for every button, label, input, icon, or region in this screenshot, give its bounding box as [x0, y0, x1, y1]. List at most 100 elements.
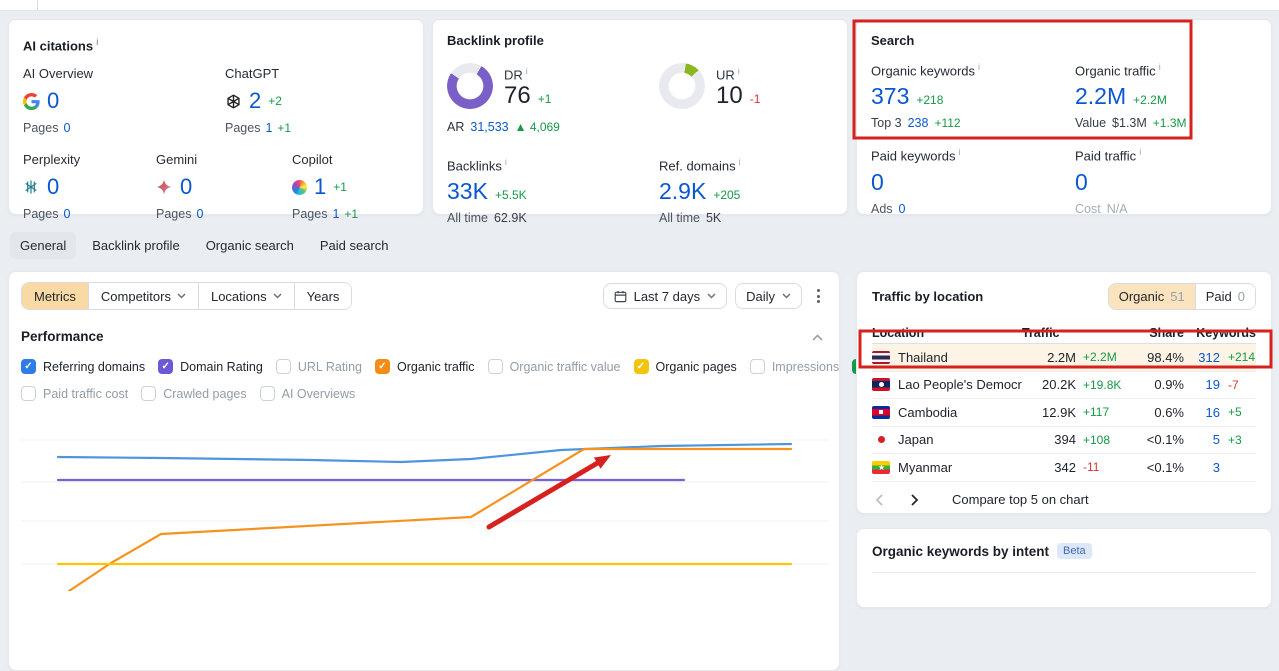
cambodia-flag-icon — [872, 405, 890, 419]
chatgpt-metric: ChatGPT 2 +2 Pages 1 +1 — [225, 66, 291, 135]
info-icon[interactable] — [956, 143, 961, 158]
table-row-cambodia[interactable]: Cambodia 12.9K +117 0.6% 16 +5 — [872, 399, 1256, 427]
checkbox-organic-pages[interactable]: Organic pages — [633, 359, 737, 374]
traffic-by-location-card: Traffic by location Organic 51 Paid 0 Loca… — [856, 271, 1272, 514]
checkbox-referring-domains[interactable]: Referring domains — [21, 359, 145, 374]
ref-domains-metric: Ref. domains 2.9K+205 All time5K — [659, 153, 833, 225]
info-icon[interactable] — [1156, 58, 1161, 73]
checkbox-paid-traffic-cost[interactable]: Paid traffic cost — [21, 386, 128, 401]
japan-flag-icon — [872, 433, 890, 447]
ai-overview-label: AI Overview — [23, 66, 94, 82]
info-icon[interactable] — [502, 153, 507, 168]
chatgpt-delta: +2 — [268, 94, 282, 109]
chart-filter-group: Metrics Competitors Locations Years — [21, 282, 353, 310]
copilot-pages: Pages 1 +1 — [292, 207, 359, 222]
ai-overview-pages: Pages 0 — [23, 121, 71, 136]
chart-toolbar: Metrics Competitors Locations Years Last… — [21, 282, 827, 310]
backlinks-value: 33K — [447, 178, 488, 205]
chatgpt-icon — [225, 93, 242, 110]
google-icon — [23, 92, 40, 110]
keywords-by-intent-title: Organic keywords by intent — [872, 543, 1050, 559]
chatgpt-label: ChatGPT — [225, 66, 280, 82]
info-icon[interactable] — [523, 62, 528, 77]
years-button[interactable]: Years — [294, 283, 352, 309]
top-header-strip — [0, 0, 1279, 11]
report-tabs: General Backlink profile Organic search … — [10, 232, 399, 259]
granularity-dropdown[interactable]: Daily — [735, 283, 802, 309]
checkbox-crawled-pages[interactable]: Crawled pages — [141, 386, 247, 401]
dr-label: DR — [504, 62, 551, 82]
checkbox-domain-rating[interactable]: Domain Rating — [158, 359, 263, 374]
chevron-down-icon — [273, 293, 282, 299]
competitors-dropdown[interactable]: Competitors — [88, 283, 199, 309]
summary-cards-row: AI citations AI Overview 0 Pages0 ChatGP… — [8, 19, 1272, 225]
checkbox-icon — [633, 359, 649, 374]
checkbox-icon — [21, 359, 36, 374]
more-options-icon[interactable] — [810, 283, 827, 309]
perplexity-pages: Pages 0 — [23, 207, 71, 222]
gemini-value: 0 — [180, 174, 193, 200]
checkbox-icon — [487, 359, 503, 374]
next-page-icon[interactable] — [908, 492, 922, 508]
organic-traffic-metric: Organic traffic 2.2M+2.2M Value$1.3M+1.3… — [1075, 58, 1257, 130]
prev-page-icon[interactable] — [872, 492, 886, 508]
ai-overview-value: 0 — [47, 88, 60, 114]
tab-organic-search[interactable]: Organic search — [196, 232, 304, 259]
traffic-by-location-title: Traffic by location — [872, 289, 984, 304]
dr-delta: +1 — [537, 92, 552, 107]
compare-top5-link[interactable]: Compare top 5 on chart — [952, 492, 1089, 507]
toggle-paid[interactable]: Paid 0 — [1194, 284, 1255, 309]
ai-citations-title: AI citations — [23, 33, 409, 53]
performance-line-chart — [21, 413, 829, 594]
ai-citations-card: AI citations AI Overview 0 Pages0 ChatGP… — [8, 19, 424, 221]
ahrefs-rank-line: AR 31,533 ▲ 4,069 — [447, 120, 560, 134]
perplexity-metric: Perplexity 0 Pages 0 — [23, 152, 156, 221]
ur-donut-chart — [659, 63, 705, 109]
info-icon[interactable] — [975, 58, 980, 73]
table-row-laos[interactable]: Lao People's Democratic Repub 20.2K +19.… — [872, 372, 1256, 399]
table-row-japan[interactable]: Japan 394 +108 <0.1% 5 +3 — [872, 427, 1256, 454]
copilot-metric: Copilot 1 +1 Pages 1 +1 — [292, 152, 358, 221]
checkbox-icon — [374, 359, 390, 374]
date-range-dropdown[interactable]: Last 7 days — [602, 283, 728, 309]
calendar-icon — [614, 290, 626, 302]
search-card: Search Organic keywords 373+218 Top 3238… — [856, 19, 1272, 216]
myanmar-flag-icon — [872, 460, 890, 474]
dr-value: 76 — [504, 82, 531, 110]
ur-label: UR — [716, 62, 760, 82]
perplexity-label: Perplexity — [23, 152, 81, 168]
tab-backlink-profile[interactable]: Backlink profile — [82, 232, 189, 259]
checkbox-ai-overviews[interactable]: AI Overviews — [259, 386, 355, 401]
gemini-pages: Pages 0 — [156, 207, 204, 222]
performance-title: Performance — [21, 329, 104, 344]
locations-dropdown[interactable]: Locations — [198, 283, 295, 309]
laos-flag-icon — [872, 378, 890, 392]
location-table-header: Location Traffic Share Keywords — [872, 322, 1256, 344]
table-row-thailand[interactable]: Thailand 2.2M +2.2M 98.4% 312 +214 — [872, 344, 1256, 372]
checkbox-organic-traffic-value[interactable]: Organic traffic value — [487, 359, 621, 374]
collapse-section-icon[interactable] — [808, 327, 827, 346]
metrics-button[interactable]: Metrics — [22, 283, 89, 309]
ur-value: 10 — [716, 82, 743, 110]
chevron-down-icon — [782, 293, 791, 299]
info-icon[interactable] — [93, 33, 99, 48]
checkbox-url-rating[interactable]: URL Rating — [275, 359, 362, 374]
info-icon[interactable] — [735, 62, 740, 77]
tab-paid-search[interactable]: Paid search — [310, 232, 399, 259]
tab-general[interactable]: General — [10, 232, 77, 259]
toggle-organic[interactable]: Organic 51 — [1108, 284, 1195, 309]
search-title: Search — [871, 33, 915, 48]
paid-keywords-value: 0 — [871, 168, 884, 195]
checkbox-impressions[interactable]: Impressions — [749, 359, 839, 374]
backlink-profile-card: Backlink profile DR 76 +1 AR31,533▲ 4,069… — [432, 19, 848, 225]
info-icon[interactable] — [736, 153, 741, 168]
backlinks-metric: Backlinks 33K+5.5K All time62.9K — [447, 153, 659, 225]
info-icon[interactable] — [1136, 143, 1141, 158]
checkbox-organic-traffic[interactable]: Organic traffic — [374, 359, 475, 374]
copilot-value: 1 — [314, 174, 327, 200]
header-divider — [37, 0, 38, 10]
table-row-myanmar[interactable]: Myanmar 342 -11 <0.1% 3 — [872, 454, 1256, 482]
copilot-label: Copilot — [292, 152, 333, 168]
perplexity-value: 0 — [47, 174, 60, 200]
checkbox-icon — [749, 359, 765, 374]
